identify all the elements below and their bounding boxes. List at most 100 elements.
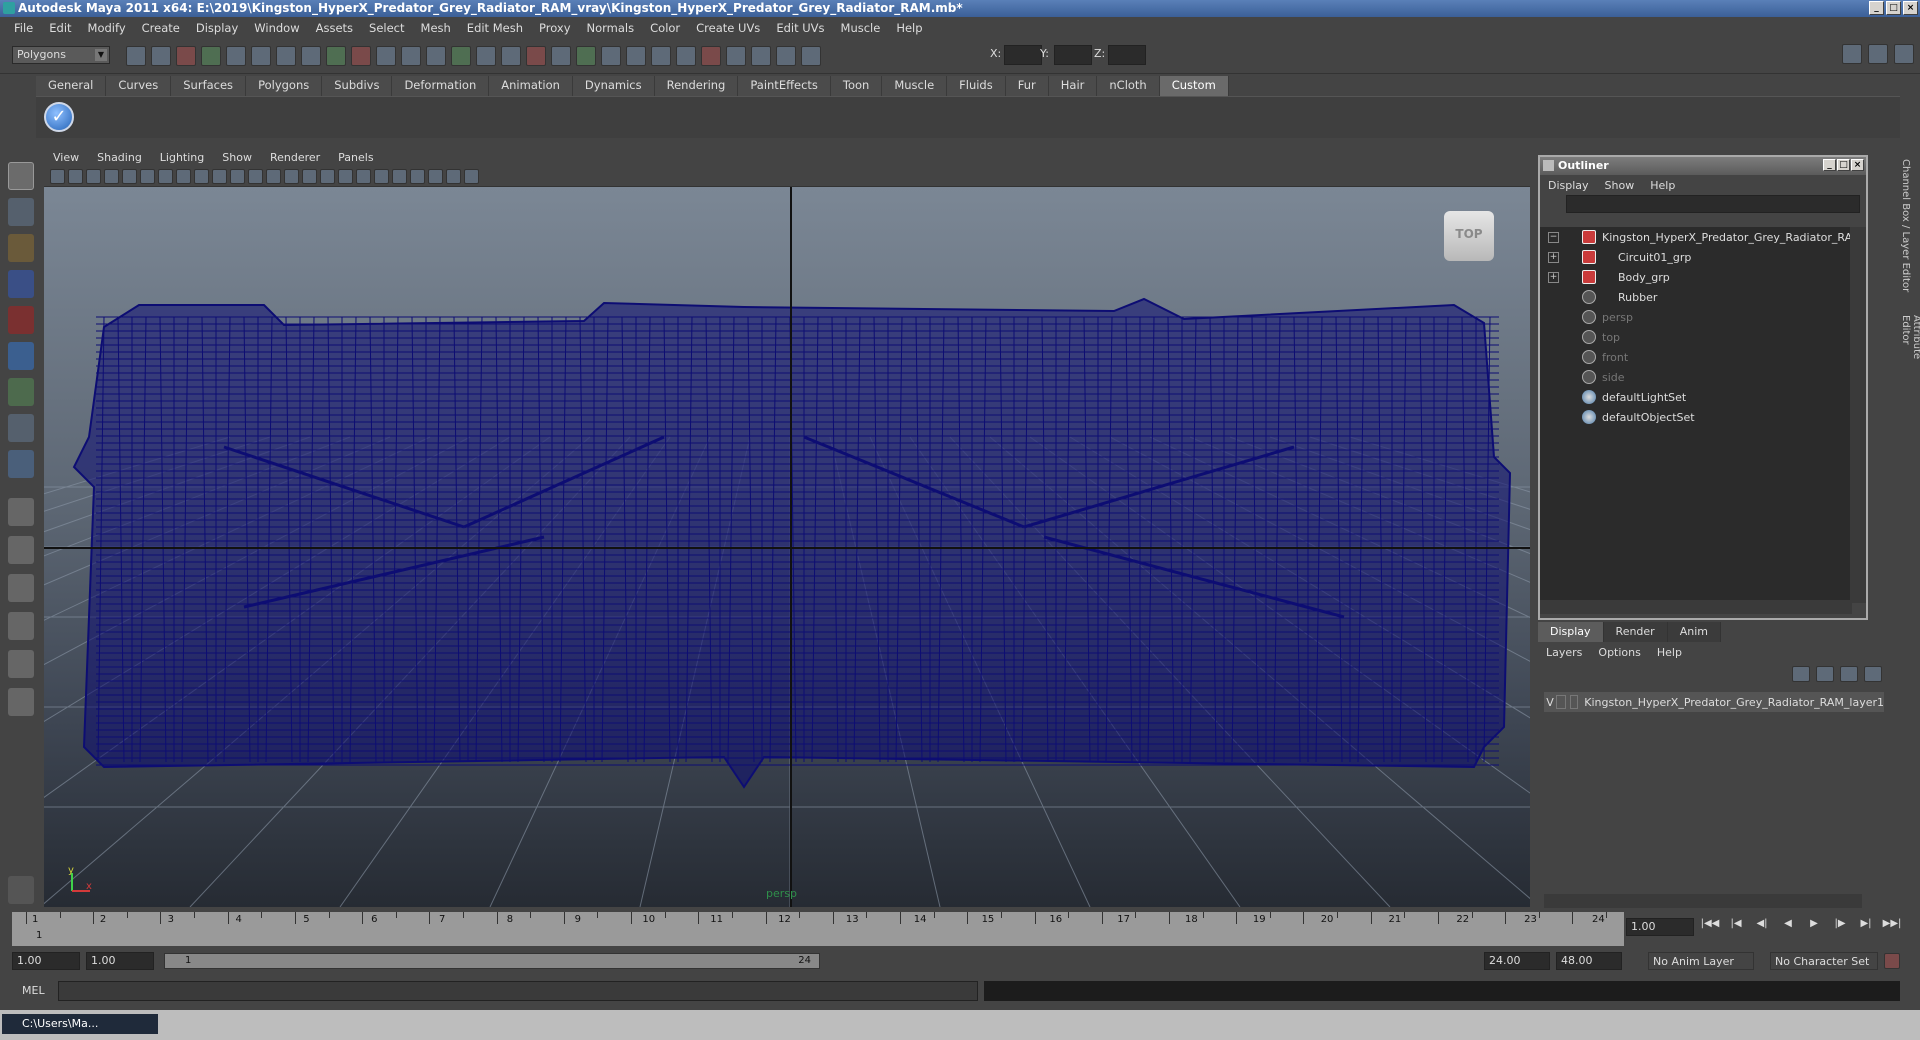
go-to-start-button[interactable]: |◀◀: [1700, 918, 1720, 934]
smooth-shade-all-icon[interactable]: [266, 169, 281, 184]
outliner-item-persp[interactable]: persp: [1540, 307, 1852, 327]
lasso-tool-icon[interactable]: [8, 198, 34, 226]
bounding-box-icon[interactable]: [320, 169, 335, 184]
shelf-tab-rendering[interactable]: Rendering: [654, 76, 739, 96]
outliner-item-front[interactable]: front: [1540, 347, 1852, 367]
transform-box-icon[interactable]: [801, 46, 821, 66]
x-field[interactable]: [1004, 45, 1042, 65]
persp-graph-layout-icon[interactable]: [8, 688, 34, 716]
time-slider[interactable]: 1 2 3 4 5 6 7 8 9 10 11 12 13 14 15 16 17 18 19 20 21 22 23 24 1: [12, 912, 1624, 946]
expand-plus-icon[interactable]: +: [1548, 251, 1559, 263]
character-set-dropdown[interactable]: No Character Set: [1770, 952, 1878, 970]
menu-select[interactable]: Select: [361, 21, 412, 35]
side-tab-channel-box[interactable]: Channel Box / Layer Editor: [1900, 159, 1911, 292]
xray-joints-icon[interactable]: [446, 169, 461, 184]
outliner-item-side[interactable]: side: [1540, 367, 1852, 387]
wireframe-icon[interactable]: [248, 169, 263, 184]
view-cube[interactable]: TOP: [1444, 211, 1494, 261]
range-slider[interactable]: 1 24: [164, 953, 820, 969]
go-to-end-button[interactable]: ▶▶|: [1882, 918, 1902, 934]
menu-create-uvs[interactable]: Create UVs: [688, 21, 768, 35]
menu-color[interactable]: Color: [642, 21, 688, 35]
viewport-menu-show[interactable]: Show: [213, 151, 261, 164]
collapse-minus-icon[interactable]: −: [1548, 231, 1559, 243]
layer-tab-anim[interactable]: Anim: [1667, 622, 1721, 642]
outliner-item-top[interactable]: top: [1540, 327, 1852, 347]
step-back-frame-button[interactable]: ◀|: [1752, 918, 1772, 934]
select-object-type-icon[interactable]: [576, 46, 596, 66]
playback-end-field[interactable]: 24.00: [1484, 952, 1550, 970]
safe-action-icon[interactable]: [212, 169, 227, 184]
outliner-persp-layout-icon[interactable]: [8, 574, 34, 602]
step-back-key-button[interactable]: |◀: [1726, 918, 1746, 934]
show-attribute-editor-icon[interactable]: [1868, 44, 1888, 64]
display-layer-row[interactable]: V Kingston_HyperX_Predator_Grey_Radiator…: [1544, 692, 1884, 712]
shelf-tab-custom[interactable]: Custom: [1159, 76, 1229, 96]
outliner-item-rubber[interactable]: Rubber: [1540, 287, 1852, 307]
show-manipulator-icon[interactable]: [8, 450, 34, 478]
four-pane-layout-icon[interactable]: [8, 536, 34, 564]
expand-plus-icon[interactable]: +: [1548, 271, 1559, 283]
shelf-tab-painteffects[interactable]: PaintEffects: [738, 76, 831, 96]
move-layer-down-icon[interactable]: [1816, 666, 1834, 682]
outliner-horizontal-scrollbar[interactable]: [1540, 600, 1852, 614]
construction-history-icon[interactable]: [451, 46, 471, 66]
graph-editor-layout-icon[interactable]: [8, 612, 34, 640]
flat-shade-icon[interactable]: [302, 169, 317, 184]
select-by-object-icon[interactable]: [226, 46, 246, 66]
z-field[interactable]: [1108, 45, 1146, 65]
auto-key-icon[interactable]: [1884, 953, 1900, 969]
select-by-hierarchy-icon[interactable]: [201, 46, 221, 66]
layer-menu-options[interactable]: Options: [1590, 646, 1648, 659]
soft-mod-tool-icon[interactable]: [8, 414, 34, 442]
outliner-item-defaultobjectset[interactable]: defaultObjectSet: [1540, 407, 1852, 427]
textured-icon[interactable]: [356, 169, 371, 184]
outliner-close-button[interactable]: ×: [1851, 159, 1864, 171]
manipulator-tool-icon[interactable]: [8, 378, 34, 406]
open-scene-icon[interactable]: [151, 46, 171, 66]
layer-horizontal-scrollbar[interactable]: [1544, 894, 1862, 908]
side-tab-attribute-editor[interactable]: Attribute Editor: [1900, 315, 1920, 385]
menu-edit-uvs[interactable]: Edit UVs: [768, 21, 832, 35]
outliner-menu-help[interactable]: Help: [1642, 179, 1683, 192]
snap-to-grids-icon[interactable]: [326, 46, 346, 66]
viewport-menu-panels[interactable]: Panels: [329, 151, 382, 164]
snap-to-points-icon[interactable]: [376, 46, 396, 66]
select-camera-icon[interactable]: [50, 169, 65, 184]
animation-start-field[interactable]: 1.00: [12, 952, 80, 970]
field-chart-icon[interactable]: [194, 169, 209, 184]
outliner-item-kingston-hyperx-predator-grey-radiator-ram[interactable]: − Kingston_HyperX_Predator_Grey_Radiator_…: [1540, 227, 1862, 247]
make-live-icon[interactable]: [426, 46, 446, 66]
menu-muscle[interactable]: Muscle: [833, 21, 889, 35]
select-tool-icon[interactable]: [8, 162, 34, 190]
shelf-tab-polygons[interactable]: Polygons: [246, 76, 323, 96]
viewport-menu-lighting[interactable]: Lighting: [151, 151, 213, 164]
outliner-maximize-button[interactable]: □: [1837, 159, 1850, 171]
rotate-tool-icon[interactable]: [8, 306, 34, 334]
lock-selection-icon[interactable]: [276, 46, 296, 66]
ipr-render-icon[interactable]: [501, 46, 521, 66]
menu-assets[interactable]: Assets: [308, 21, 361, 35]
perspective-viewport[interactable]: TOP y x persp: [44, 187, 1530, 907]
safe-title-icon[interactable]: [230, 169, 245, 184]
shelf-tab-muscle[interactable]: Muscle: [882, 76, 948, 96]
highlight-selection-icon[interactable]: [301, 46, 321, 66]
layer-playback-toggle[interactable]: [1555, 695, 1567, 709]
render-view-icon[interactable]: [701, 46, 721, 66]
menu-help[interactable]: Help: [888, 21, 930, 35]
menu-proxy[interactable]: Proxy: [531, 21, 579, 35]
layer-color-swatch[interactable]: [1570, 695, 1579, 709]
isolate-select-icon[interactable]: [428, 169, 443, 184]
hypershade-icon[interactable]: [751, 46, 771, 66]
step-forward-key-button[interactable]: ▶|: [1856, 918, 1876, 934]
gate-mask-icon[interactable]: [176, 169, 191, 184]
menu-set-selector[interactable]: Polygons ▼: [12, 46, 110, 64]
minimized-window-button[interactable]: C:\Users\Ma...: [2, 1014, 158, 1034]
layer-menu-layers[interactable]: Layers: [1538, 646, 1590, 659]
minimize-button[interactable]: _: [1869, 1, 1884, 15]
show-channel-box-icon[interactable]: [1842, 44, 1862, 64]
pick-hierarchy-icon[interactable]: [626, 46, 646, 66]
save-scene-icon[interactable]: [176, 46, 196, 66]
shadows-icon[interactable]: [392, 169, 407, 184]
viewport-menu-view[interactable]: View: [44, 151, 88, 164]
